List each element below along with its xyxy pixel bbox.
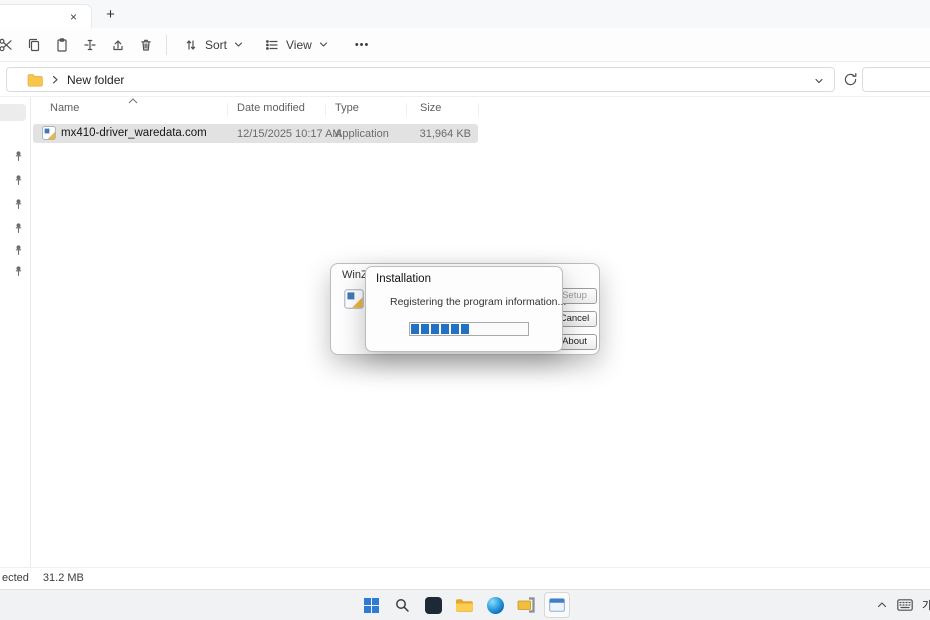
explorer-tab[interactable]: × — [0, 4, 92, 29]
address-path[interactable]: New folder — [67, 73, 124, 87]
copy-icon — [28, 38, 40, 51]
active-window-button[interactable] — [544, 592, 570, 618]
winzip-file-icon — [344, 289, 364, 309]
pin-icon[interactable] — [13, 222, 24, 234]
file-date: 12/15/2025 10:17 AM — [237, 128, 342, 140]
view-icon — [266, 39, 278, 50]
screen: { "tabbar": { "tab_close_glyph": "×", "n… — [0, 0, 930, 620]
chevron-up-icon — [877, 602, 887, 608]
new-tab-button[interactable]: + — [101, 5, 120, 24]
taskbar-pinned-app-button[interactable] — [420, 592, 446, 618]
installation-dialog: Installation Registering the program inf… — [365, 266, 567, 352]
copy-button[interactable] — [20, 31, 48, 59]
start-button[interactable] — [358, 592, 384, 618]
winzip-icon — [517, 597, 535, 613]
column-header-name[interactable]: Name — [50, 102, 79, 114]
installation-message: Registering the program information... — [390, 296, 567, 308]
refresh-button[interactable] — [838, 67, 862, 91]
sort-label: Sort — [205, 37, 228, 52]
taskbar-center-icons — [358, 592, 570, 618]
edge-button[interactable] — [482, 592, 508, 618]
paste-button[interactable] — [48, 31, 76, 59]
status-bar: ected 31.2 MB — [0, 567, 930, 587]
keyboard-icon — [897, 599, 913, 611]
installer-window-icon — [549, 598, 565, 612]
chevron-down-icon — [319, 42, 327, 47]
touch-keyboard-button[interactable] — [897, 599, 913, 611]
file-type: Application — [335, 128, 389, 140]
address-row: New folder — [0, 62, 930, 97]
sort-ascending-icon — [128, 98, 138, 104]
rename-button[interactable] — [76, 31, 104, 59]
address-bar[interactable]: New folder — [6, 67, 835, 92]
tab-bar: × + — [0, 0, 930, 29]
progress-bar — [409, 322, 529, 336]
refresh-icon — [844, 72, 856, 85]
dark-app-icon — [424, 596, 442, 614]
pin-icon[interactable] — [13, 198, 24, 210]
file-size: 31,964 KB — [419, 128, 471, 140]
column-separator — [325, 103, 326, 117]
column-separator — [478, 103, 479, 117]
sort-icon — [186, 39, 196, 50]
file-explorer-icon — [455, 598, 473, 612]
chevron-down-icon — [234, 42, 243, 47]
taskbar-right-icons: 가 — [876, 592, 930, 618]
file-explorer-button[interactable] — [451, 592, 477, 618]
pin-icon[interactable] — [13, 265, 24, 277]
delete-icon — [141, 39, 151, 51]
taskbar: 가 — [0, 589, 930, 620]
search-button[interactable] — [389, 592, 415, 618]
toolbar-separator — [166, 34, 167, 55]
ime-language-button[interactable]: 가 — [922, 597, 930, 613]
search-input[interactable] — [863, 68, 930, 91]
pin-icon[interactable] — [13, 174, 24, 186]
address-dropdown-button[interactable] — [813, 75, 825, 87]
selection-status-text: ected — [2, 571, 29, 584]
file-row[interactable]: mx410-driver_waredata.com 12/15/2025 10:… — [33, 124, 478, 143]
column-separator — [406, 103, 407, 117]
search-box[interactable] — [862, 67, 930, 92]
pin-icon[interactable] — [13, 150, 24, 162]
sort-button[interactable]: Sort — [173, 31, 254, 59]
share-button[interactable] — [104, 31, 132, 59]
command-toolbar: Sort View ••• — [0, 28, 930, 62]
progress-fill — [411, 324, 469, 334]
edge-icon — [486, 596, 504, 614]
sidebar-divider — [30, 97, 31, 568]
windows-logo-icon — [363, 597, 379, 613]
chevron-down-icon — [815, 78, 823, 84]
view-label: View — [286, 37, 312, 52]
breadcrumb-chevron-icon — [52, 75, 58, 84]
delete-button[interactable] — [132, 31, 160, 59]
file-name: mx410-driver_waredata.com — [61, 127, 207, 139]
search-icon — [395, 598, 409, 612]
winzip-button[interactable] — [513, 592, 539, 618]
installation-dialog-title: Installation — [376, 273, 431, 285]
more-options-button[interactable]: ••• — [345, 31, 380, 59]
column-header-type[interactable]: Type — [335, 102, 359, 114]
paste-icon — [57, 37, 67, 52]
column-separator — [227, 103, 228, 117]
taskbar-overflow-button[interactable] — [876, 599, 888, 611]
cut-icon — [0, 38, 12, 51]
pin-icon[interactable] — [13, 244, 24, 256]
rename-icon — [84, 39, 96, 50]
view-button[interactable]: View — [254, 31, 339, 59]
tab-close-button[interactable]: × — [65, 9, 82, 26]
sidebar-selected-item-stub[interactable] — [0, 104, 26, 121]
column-header-size[interactable]: Size — [420, 102, 441, 114]
share-icon — [113, 39, 123, 50]
cut-button[interactable] — [0, 31, 20, 59]
file-icon — [42, 126, 56, 140]
selection-size-text: 31.2 MB — [42, 571, 84, 584]
column-header-date[interactable]: Date modified — [237, 102, 305, 114]
folder-icon — [27, 73, 43, 86]
